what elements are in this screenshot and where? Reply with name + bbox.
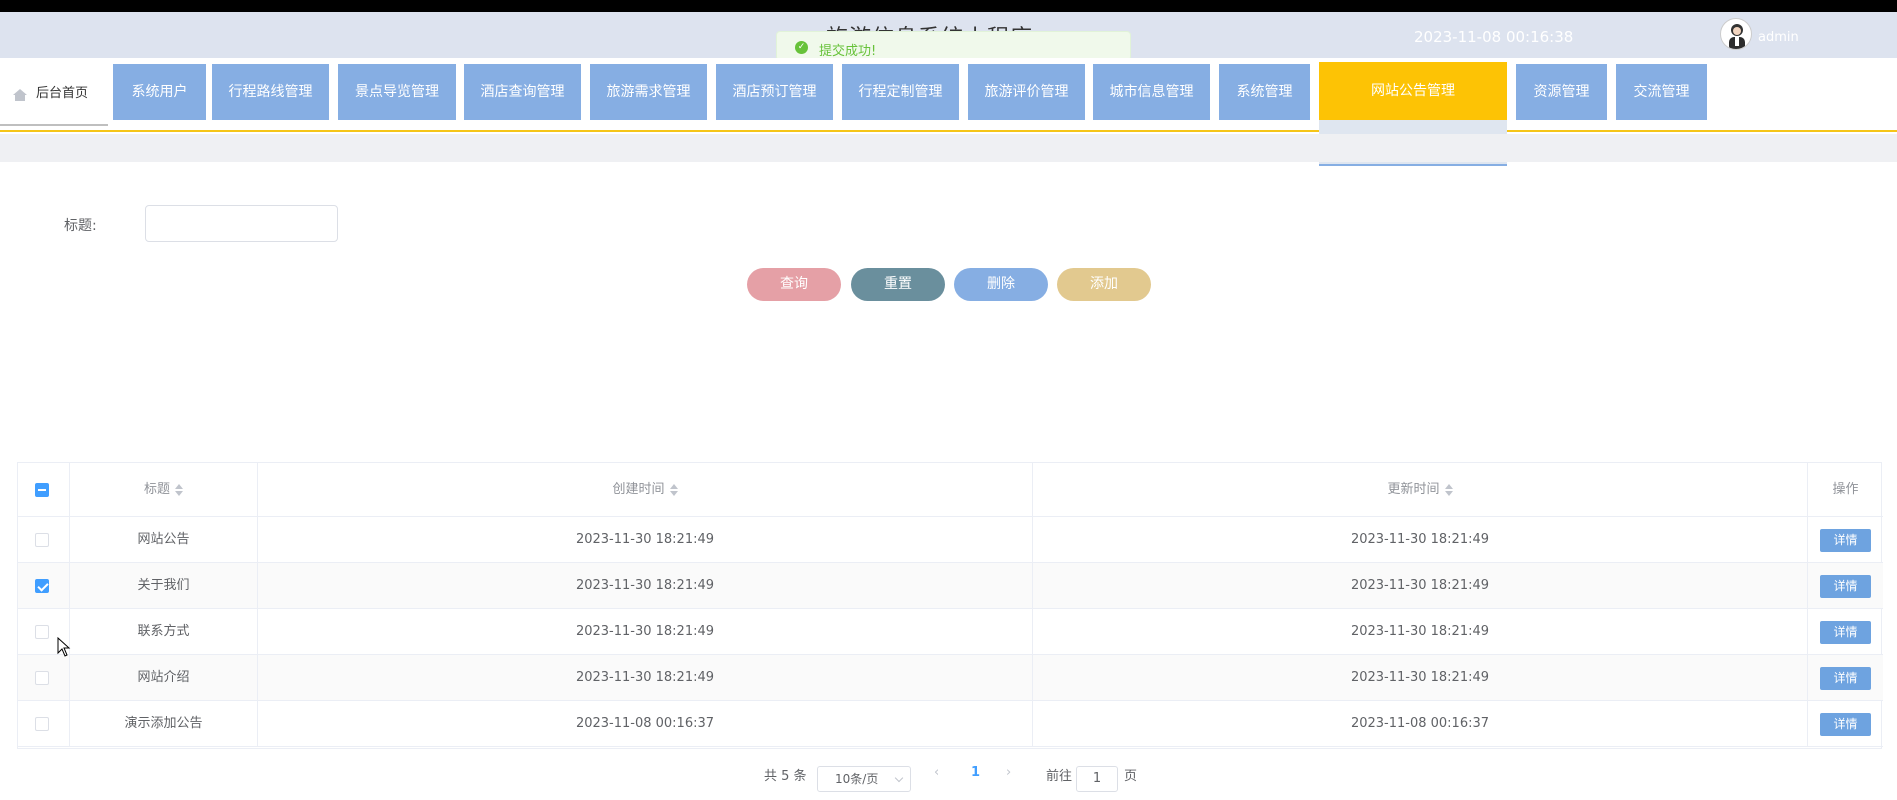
column-created-label: 创建时间: [612, 482, 665, 497]
top-black-bar: [0, 0, 1897, 12]
table-row: 网站公告 2023-11-30 18:21:49 2023-11-30 18:21:…: [18, 517, 1883, 563]
sort-icon[interactable]: [175, 483, 183, 497]
page-size-select[interactable]: 10条/页: [817, 766, 911, 792]
home-icon: [13, 89, 27, 101]
nav-item-resources[interactable]: 资源管理: [1516, 64, 1607, 120]
avatar[interactable]: [1720, 18, 1752, 50]
toast-message: 提交成功!: [819, 44, 877, 59]
cell-created: 2023-11-08 00:16:37: [258, 701, 1033, 747]
cell-updated: 2023-11-30 18:21:49: [1033, 517, 1808, 563]
check-circle-icon: ✓: [795, 41, 808, 54]
cell-created: 2023-11-30 18:21:49: [258, 609, 1033, 655]
detail-button[interactable]: 详情: [1820, 529, 1871, 552]
cell-title: 关于我们: [70, 563, 258, 609]
row-select-cell[interactable]: [18, 701, 70, 747]
cell-title: 网站公告: [70, 517, 258, 563]
title-label: 标题:: [64, 218, 97, 234]
cell-created: 2023-11-30 18:21:49: [258, 655, 1033, 701]
page-suffix: 页: [1124, 769, 1138, 784]
pagination-total: 共 5 条: [764, 769, 807, 784]
query-button[interactable]: 查询: [747, 268, 841, 301]
nav-item-city[interactable]: 城市信息管理: [1093, 64, 1210, 120]
nav-item-review[interactable]: 旅游评价管理: [968, 64, 1085, 120]
column-header-title[interactable]: 标题: [70, 463, 258, 517]
table-row: 网站介绍 2023-11-30 18:21:49 2023-11-30 18:21:…: [18, 655, 1883, 701]
announcement-table: 标题 创建时间 更新时间 操作 网站公告 2023-11-30 18:21:49 2…: [17, 462, 1883, 749]
cell-updated: 2023-11-30 18:21:49: [1033, 609, 1808, 655]
nav-home[interactable]: 后台首页: [0, 66, 108, 126]
column-updated-label: 更新时间: [1387, 482, 1440, 497]
cell-action: 详情: [1808, 701, 1883, 747]
sort-icon[interactable]: [669, 483, 678, 497]
detail-button[interactable]: 详情: [1820, 575, 1871, 598]
nav-item-communication[interactable]: 交流管理: [1616, 64, 1707, 120]
nav-item-travel-demand[interactable]: 旅游需求管理: [590, 64, 707, 120]
detail-button[interactable]: 详情: [1820, 713, 1871, 736]
cell-created: 2023-11-30 18:21:49: [258, 517, 1033, 563]
breadcrumb-strip: [0, 134, 1897, 162]
row-select-cell[interactable]: [18, 655, 70, 701]
sort-icon[interactable]: [1444, 483, 1453, 497]
column-title-label: 标题: [143, 482, 170, 497]
cell-created: 2023-11-30 18:21:49: [258, 563, 1033, 609]
nav-item-itinerary[interactable]: 行程定制管理: [842, 64, 959, 120]
header-datetime: 2023-11-08 00:16:38: [1414, 28, 1574, 46]
row-checkbox[interactable]: [35, 671, 49, 685]
cell-updated: 2023-11-08 00:16:37: [1033, 701, 1808, 747]
username[interactable]: admin: [1758, 30, 1799, 45]
detail-button[interactable]: 详情: [1820, 667, 1871, 690]
detail-button[interactable]: 详情: [1820, 621, 1871, 644]
row-checkbox[interactable]: [35, 625, 49, 639]
prev-page-icon[interactable]: ‹: [934, 765, 939, 780]
column-header-action: 操作: [1808, 463, 1883, 517]
cell-action: 详情: [1808, 609, 1883, 655]
add-button[interactable]: 添加: [1057, 268, 1151, 301]
nav-item-hotel-query[interactable]: 酒店查询管理: [464, 64, 581, 120]
column-header-created[interactable]: 创建时间: [258, 463, 1033, 517]
select-all-checkbox[interactable]: [35, 483, 49, 497]
nav-item-scenic[interactable]: 景点导览管理: [338, 64, 456, 120]
nav-item-route[interactable]: 行程路线管理: [212, 64, 329, 120]
top-nav: 后台首页 系统用户 行程路线管理 景点导览管理 酒店查询管理 旅游需求管理 酒店…: [0, 58, 1897, 132]
cell-title: 网站介绍: [70, 655, 258, 701]
table-row: 联系方式 2023-11-30 18:21:49 2023-11-30 18:21:…: [18, 609, 1883, 655]
reset-button[interactable]: 重置: [851, 268, 945, 301]
goto-label: 前往: [1046, 769, 1073, 784]
cell-updated: 2023-11-30 18:21:49: [1033, 655, 1808, 701]
header-select-all[interactable]: [18, 463, 70, 517]
success-toast: ✓ 提交成功!: [776, 31, 1131, 61]
row-checkbox[interactable]: [35, 579, 49, 593]
table-row: 演示添加公告 2023-11-08 00:16:37 2023-11-08 00:1…: [18, 701, 1883, 747]
cell-action: 详情: [1808, 517, 1883, 563]
row-select-cell[interactable]: [18, 563, 70, 609]
mouse-cursor-icon: [57, 637, 71, 657]
table-row: 关于我们 2023-11-30 18:21:49 2023-11-30 18:21:…: [18, 563, 1883, 609]
delete-button[interactable]: 删除: [954, 268, 1048, 301]
goto-page-input[interactable]: 1: [1076, 766, 1118, 792]
page-size-value: 10条/页: [835, 772, 879, 786]
row-checkbox[interactable]: [35, 717, 49, 731]
nav-item-system-users[interactable]: 系统用户: [113, 64, 206, 120]
title-search-input[interactable]: [145, 205, 338, 242]
row-checkbox[interactable]: [35, 533, 49, 547]
column-header-updated[interactable]: 更新时间: [1033, 463, 1808, 517]
nav-item-system-manage[interactable]: 系统管理: [1219, 64, 1310, 120]
nav-item-hotel-booking[interactable]: 酒店预订管理: [716, 64, 833, 120]
nav-item-announcement[interactable]: 网站公告管理: [1319, 62, 1507, 120]
nav-home-label: 后台首页: [36, 86, 89, 101]
cell-action: 详情: [1808, 563, 1883, 609]
row-select-cell[interactable]: [18, 517, 70, 563]
cell-title: 联系方式: [70, 609, 258, 655]
next-page-icon[interactable]: ›: [1006, 765, 1011, 780]
current-page[interactable]: 1: [971, 765, 980, 780]
cell-title: 演示添加公告: [70, 701, 258, 747]
chevron-down-icon: [894, 773, 904, 783]
cell-updated: 2023-11-30 18:21:49: [1033, 563, 1808, 609]
cell-action: 详情: [1808, 655, 1883, 701]
avatar-icon: [1729, 24, 1745, 49]
